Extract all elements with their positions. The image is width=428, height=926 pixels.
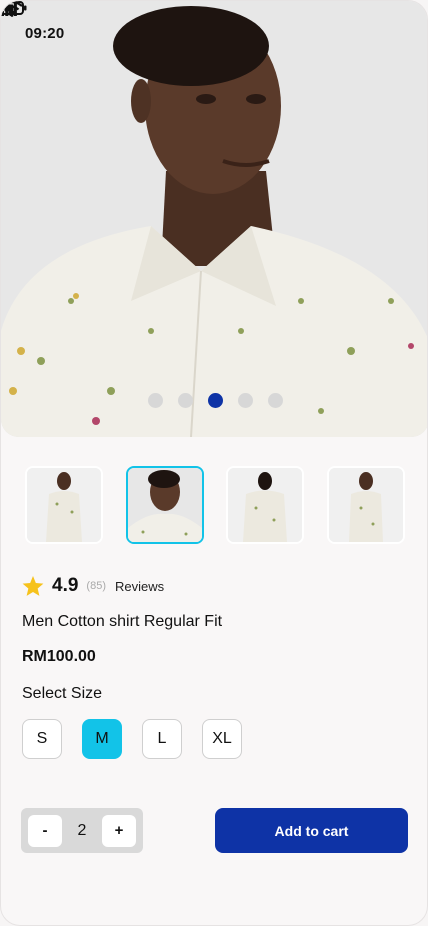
thumbnail-image: [328, 468, 403, 542]
carousel-indicator: [1, 393, 427, 408]
thumbnail-back[interactable]: [226, 466, 305, 544]
size-option-m[interactable]: M: [82, 719, 122, 759]
status-bar: 09:20: [1, 1, 427, 65]
size-option-l[interactable]: L: [142, 719, 182, 759]
product-rating: 4.9 (85) Reviews: [22, 575, 164, 597]
rating-score: 4.9: [52, 575, 79, 596]
carousel-dot[interactable]: [147, 393, 163, 408]
battery-icon: [1, 1, 27, 15]
thumbnail-closeup[interactable]: [125, 466, 204, 544]
thumbnail-strip: [25, 466, 405, 544]
thumbnail-side[interactable]: [326, 466, 405, 544]
product-price: RM100.00: [22, 648, 96, 665]
carousel-dot-active[interactable]: [207, 393, 223, 408]
product-title: Men Cotton shirt Regular Fit: [22, 613, 223, 630]
product-hero-image: [1, 1, 427, 437]
add-to-cart-button[interactable]: Add to cart: [215, 808, 408, 853]
status-time: 09:20: [25, 24, 65, 42]
quantity-increment-button[interactable]: +: [102, 814, 136, 847]
quantity-value: 2: [77, 821, 87, 839]
quantity-stepper: - 2 +: [21, 808, 143, 853]
carousel-dot[interactable]: [237, 393, 253, 408]
review-count: (85): [86, 580, 106, 592]
quantity-decrement-button[interactable]: -: [28, 814, 62, 847]
thumbnail-image: [27, 468, 101, 542]
carousel-dot[interactable]: [177, 393, 193, 408]
carousel-dot[interactable]: [267, 393, 283, 408]
size-selector-label: Select Size: [22, 685, 103, 702]
thumbnail-image: [228, 468, 303, 542]
size-options: S M L XL: [22, 719, 242, 759]
phone-screen: 09:20 4.9 (85) Reviews Men Cotton shirt …: [0, 0, 428, 926]
thumbnail-front[interactable]: [25, 466, 103, 544]
thumbnail-image: [127, 468, 202, 542]
size-option-s[interactable]: S: [22, 719, 62, 759]
star-icon: [22, 575, 44, 596]
size-option-xl[interactable]: XL: [202, 719, 242, 759]
reviews-link[interactable]: Reviews: [115, 579, 164, 594]
product-image-carousel[interactable]: 09:20: [1, 1, 427, 437]
